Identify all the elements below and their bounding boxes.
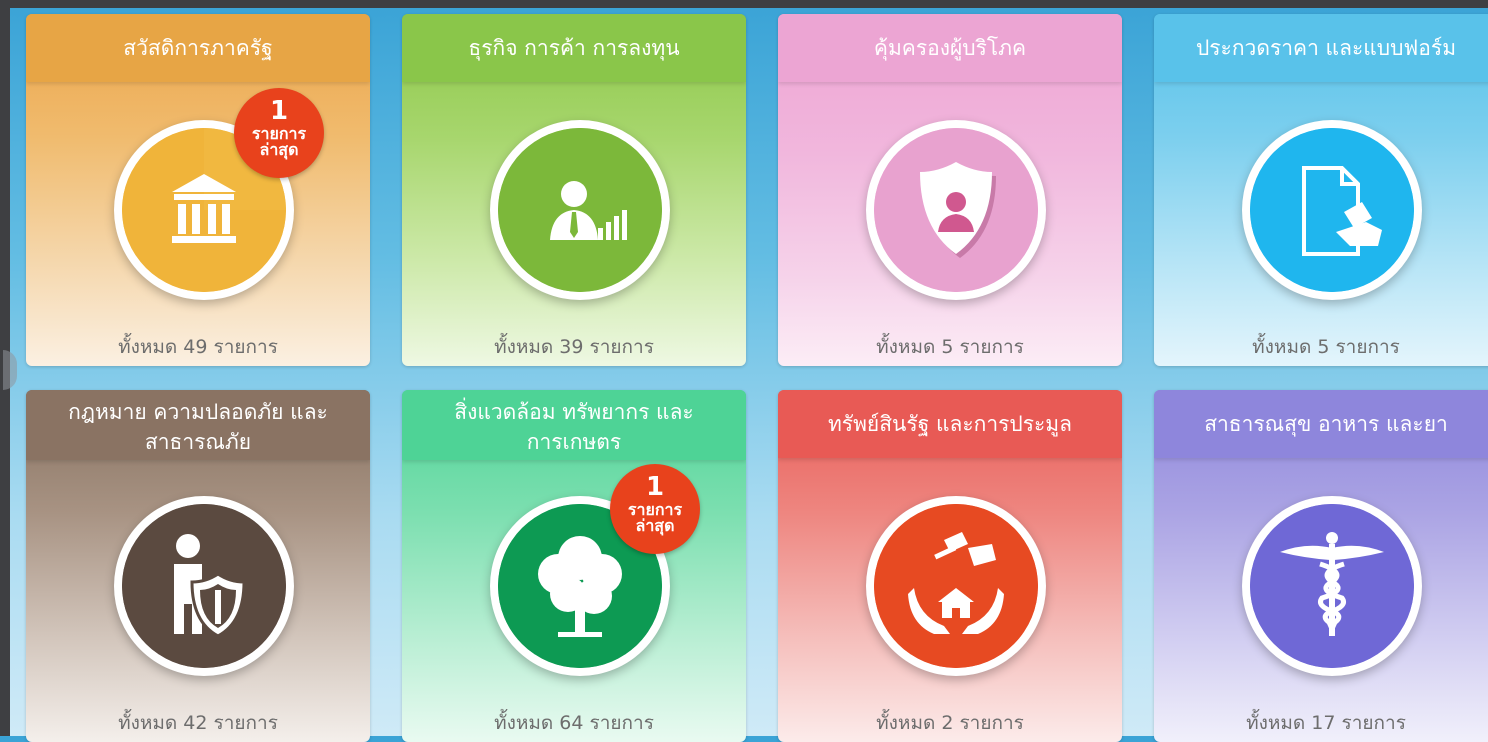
latest-badge: 1 รายการล่าสุด [610, 464, 700, 554]
category-title: กฎหมาย ความปลอดภัย และสาธารณภัย [26, 390, 370, 460]
category-count: ทั้งหมด 64 รายการ [494, 712, 654, 734]
side-handle[interactable] [3, 350, 17, 390]
category-count: ทั้งหมด 49 รายการ [118, 336, 278, 358]
category-count: ทั้งหมด 17 รายการ [1246, 712, 1406, 734]
category-count: ทั้งหมด 42 รายการ [118, 712, 278, 734]
category-card-law-safety[interactable]: กฎหมาย ความปลอดภัย และสาธารณภัย ทั้งหมด … [26, 390, 370, 742]
category-count: ทั้งหมด 39 รายการ [494, 336, 654, 358]
category-card-bidding-forms[interactable]: ประกวดราคา และแบบฟอร์ม ทั้งหมด 5 รายการ [1154, 14, 1488, 366]
businessman-chart-icon [498, 128, 662, 292]
category-icon-frame [866, 496, 1046, 676]
category-title: สาธารณสุข อาหาร และยา [1154, 390, 1488, 458]
category-count: ทั้งหมด 2 รายการ [876, 712, 1024, 734]
category-card-environment-agriculture[interactable]: สิ่งแวดล้อม ทรัพยากร และการเกษตร 1 รายกา… [402, 390, 746, 742]
hands-house-gavel-icon [874, 504, 1038, 668]
latest-badge: 1 รายการล่าสุด [234, 88, 324, 178]
category-card-business-trade[interactable]: ธุรกิจ การค้า การลงทุน ทั้งหมด 39 รายการ [402, 14, 746, 366]
category-title: สวัสดิการภาครัฐ [26, 14, 370, 82]
category-icon-frame [114, 496, 294, 676]
category-title: ธุรกิจ การค้า การลงทุน [402, 14, 746, 82]
category-card-state-property-auction[interactable]: ทรัพย์สินรัฐ และการประมูล ทั้งหมด 2 รายก… [778, 390, 1122, 742]
category-count: ทั้งหมด 5 รายการ [1252, 336, 1400, 358]
category-card-government-welfare[interactable]: สวัสดิการภาครัฐ 1 รายการล่าสุด ทั้งหมด 4… [26, 14, 370, 366]
category-title: สิ่งแวดล้อม ทรัพยากร และการเกษตร [402, 390, 746, 460]
document-gavel-icon [1250, 128, 1414, 292]
caduceus-icon [1250, 504, 1414, 668]
category-icon-frame [1242, 496, 1422, 676]
category-card-public-health[interactable]: สาธารณสุข อาหาร และยา ทั้งหมด 17 รายการ [1154, 390, 1488, 742]
category-icon-frame [866, 120, 1046, 300]
category-count: ทั้งหมด 5 รายการ [876, 336, 1024, 358]
consumer-shield-icon [874, 128, 1038, 292]
window-top-border [0, 0, 1488, 8]
person-shield-icon [122, 504, 286, 668]
category-card-consumer-protection[interactable]: คุ้มครองผู้บริโภค ทั้งหมด 5 รายการ [778, 14, 1122, 366]
category-icon-frame [1242, 120, 1422, 300]
category-title: คุ้มครองผู้บริโภค [778, 14, 1122, 82]
category-title: ทรัพย์สินรัฐ และการประมูล [778, 390, 1122, 458]
category-title: ประกวดราคา และแบบฟอร์ม [1154, 14, 1488, 82]
category-icon-frame [490, 120, 670, 300]
